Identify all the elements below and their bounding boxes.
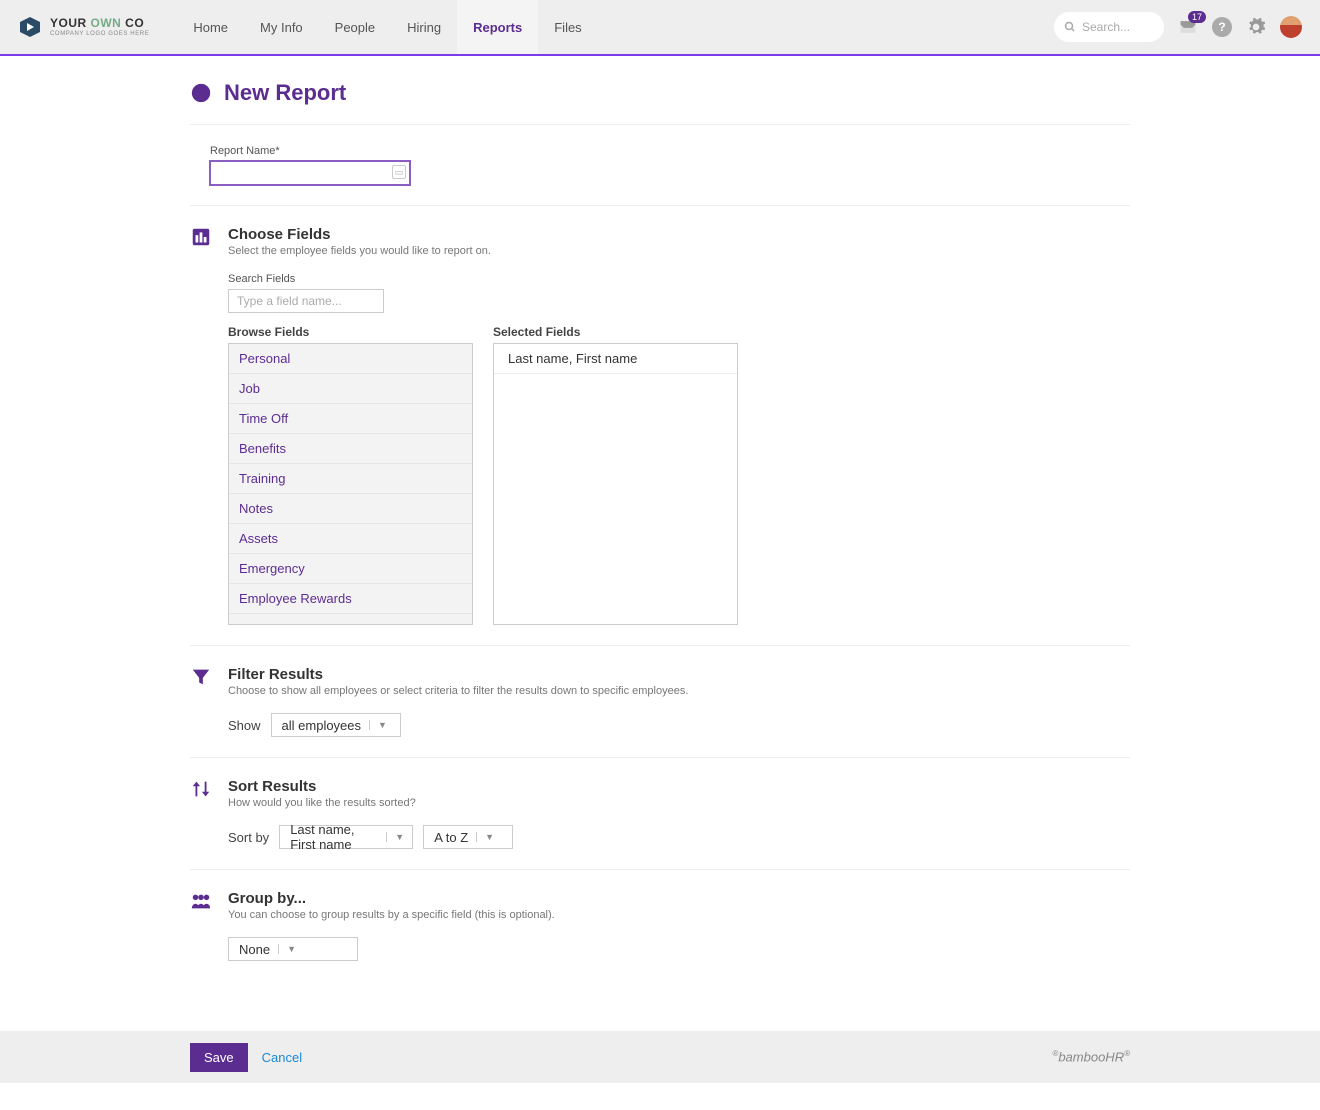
sort-results-desc: How would you like the results sorted? (228, 797, 1130, 809)
logo-hex-icon (18, 15, 42, 39)
browse-field-item[interactable]: Benefits (229, 434, 472, 464)
report-name-input[interactable] (210, 161, 410, 185)
selected-fields-list[interactable]: Last name, First name (493, 343, 738, 625)
funnel-icon (190, 666, 212, 688)
choose-fields-title: Choose Fields (228, 226, 1130, 243)
nav-item-reports[interactable]: Reports (457, 0, 538, 54)
logo-text-1b: OWN (91, 16, 122, 30)
choose-fields-desc: Select the employee fields you would lik… (228, 245, 1130, 257)
search-fields-label: Search Fields (228, 273, 1130, 285)
search-icon (1064, 21, 1076, 33)
selected-field-item[interactable]: Last name, First name (494, 344, 737, 374)
help-icon: ? (1218, 20, 1225, 34)
show-dropdown-value: all employees (282, 718, 362, 733)
group-by-section: Group by... You can choose to group resu… (190, 869, 1130, 981)
notification-badge: 17 (1188, 11, 1206, 23)
people-icon (190, 890, 212, 912)
sort-by-label: Sort by (228, 830, 269, 845)
browse-field-item[interactable]: Notes (229, 494, 472, 524)
chevron-down-icon: ▼ (369, 720, 387, 730)
settings-button[interactable] (1246, 17, 1266, 37)
pie-chart-icon (190, 82, 212, 104)
sort-icon (190, 778, 212, 800)
choose-fields-section: Choose Fields Select the employee fields… (190, 205, 1130, 645)
filter-results-desc: Choose to show all employees or select c… (228, 685, 1130, 697)
sort-by-dropdown[interactable]: Last name, First name ▼ (279, 825, 413, 849)
group-by-title: Group by... (228, 890, 1130, 907)
logo-text-1a: YOUR (50, 16, 91, 30)
browse-field-item[interactable]: Training (229, 464, 472, 494)
filter-results-section: Filter Results Choose to show all employ… (190, 645, 1130, 757)
browse-field-item[interactable]: Emergency (229, 554, 472, 584)
sort-results-section: Sort Results How would you like the resu… (190, 757, 1130, 869)
footer-bar: Save Cancel ®bambooHR® (190, 1031, 1130, 1083)
vendor-logo: ®bambooHR® (1052, 1049, 1130, 1064)
cancel-link[interactable]: Cancel (262, 1050, 302, 1065)
nav-item-my-info[interactable]: My Info (244, 0, 319, 54)
browse-field-item[interactable]: Fun Facts (229, 614, 472, 625)
group-by-value: None (239, 942, 270, 957)
nav-item-hiring[interactable]: Hiring (391, 0, 457, 54)
nav-item-files[interactable]: Files (538, 0, 597, 54)
chevron-down-icon: ▼ (386, 832, 404, 842)
browse-field-item[interactable]: Employee Rewards (229, 584, 472, 614)
group-by-dropdown[interactable]: None ▼ (228, 937, 358, 961)
sort-by-value: Last name, First name (290, 822, 378, 852)
top-nav: YOUR OWN CO COMPANY LOGO GOES HERE HomeM… (0, 0, 1320, 56)
inbox-button[interactable]: 17 (1178, 17, 1198, 37)
page-title: New Report (224, 80, 346, 106)
sort-direction-dropdown[interactable]: A to Z ▼ (423, 825, 513, 849)
page-header: New Report (190, 80, 1130, 125)
nav-item-people[interactable]: People (319, 0, 391, 54)
browse-field-item[interactable]: Personal (229, 344, 472, 374)
global-search[interactable]: Search... (1054, 12, 1164, 42)
nav-item-home[interactable]: Home (177, 0, 244, 54)
logo-text-1c: CO (121, 16, 144, 30)
selected-fields-label: Selected Fields (493, 325, 738, 339)
browse-field-item[interactable]: Time Off (229, 404, 472, 434)
show-label: Show (228, 718, 261, 733)
report-name-label: Report Name* (210, 145, 1130, 157)
browse-field-item[interactable]: Job (229, 374, 472, 404)
group-by-desc: You can choose to group results by a spe… (228, 909, 1130, 921)
search-placeholder: Search... (1082, 20, 1130, 34)
browse-fields-label: Browse Fields (228, 325, 473, 339)
main-nav: HomeMy InfoPeopleHiringReportsFiles (177, 0, 597, 54)
sort-results-title: Sort Results (228, 778, 1130, 795)
search-fields-input[interactable] (228, 289, 384, 313)
contact-card-icon: ▭ (392, 165, 406, 179)
company-logo[interactable]: YOUR OWN CO COMPANY LOGO GOES HERE (18, 15, 149, 39)
logo-subtext: COMPANY LOGO GOES HERE (50, 31, 149, 37)
user-avatar[interactable] (1280, 16, 1302, 38)
browse-field-item[interactable]: Assets (229, 524, 472, 554)
filter-results-title: Filter Results (228, 666, 1130, 683)
show-dropdown[interactable]: all employees ▼ (271, 713, 401, 737)
save-button[interactable]: Save (190, 1043, 248, 1072)
sort-direction-value: A to Z (434, 830, 468, 845)
browse-fields-list[interactable]: PersonalJobTime OffBenefitsTrainingNotes… (228, 343, 473, 625)
chevron-down-icon: ▼ (278, 944, 296, 954)
bar-chart-icon (190, 226, 212, 248)
chevron-down-icon: ▼ (476, 832, 494, 842)
help-button[interactable]: ? (1212, 17, 1232, 37)
